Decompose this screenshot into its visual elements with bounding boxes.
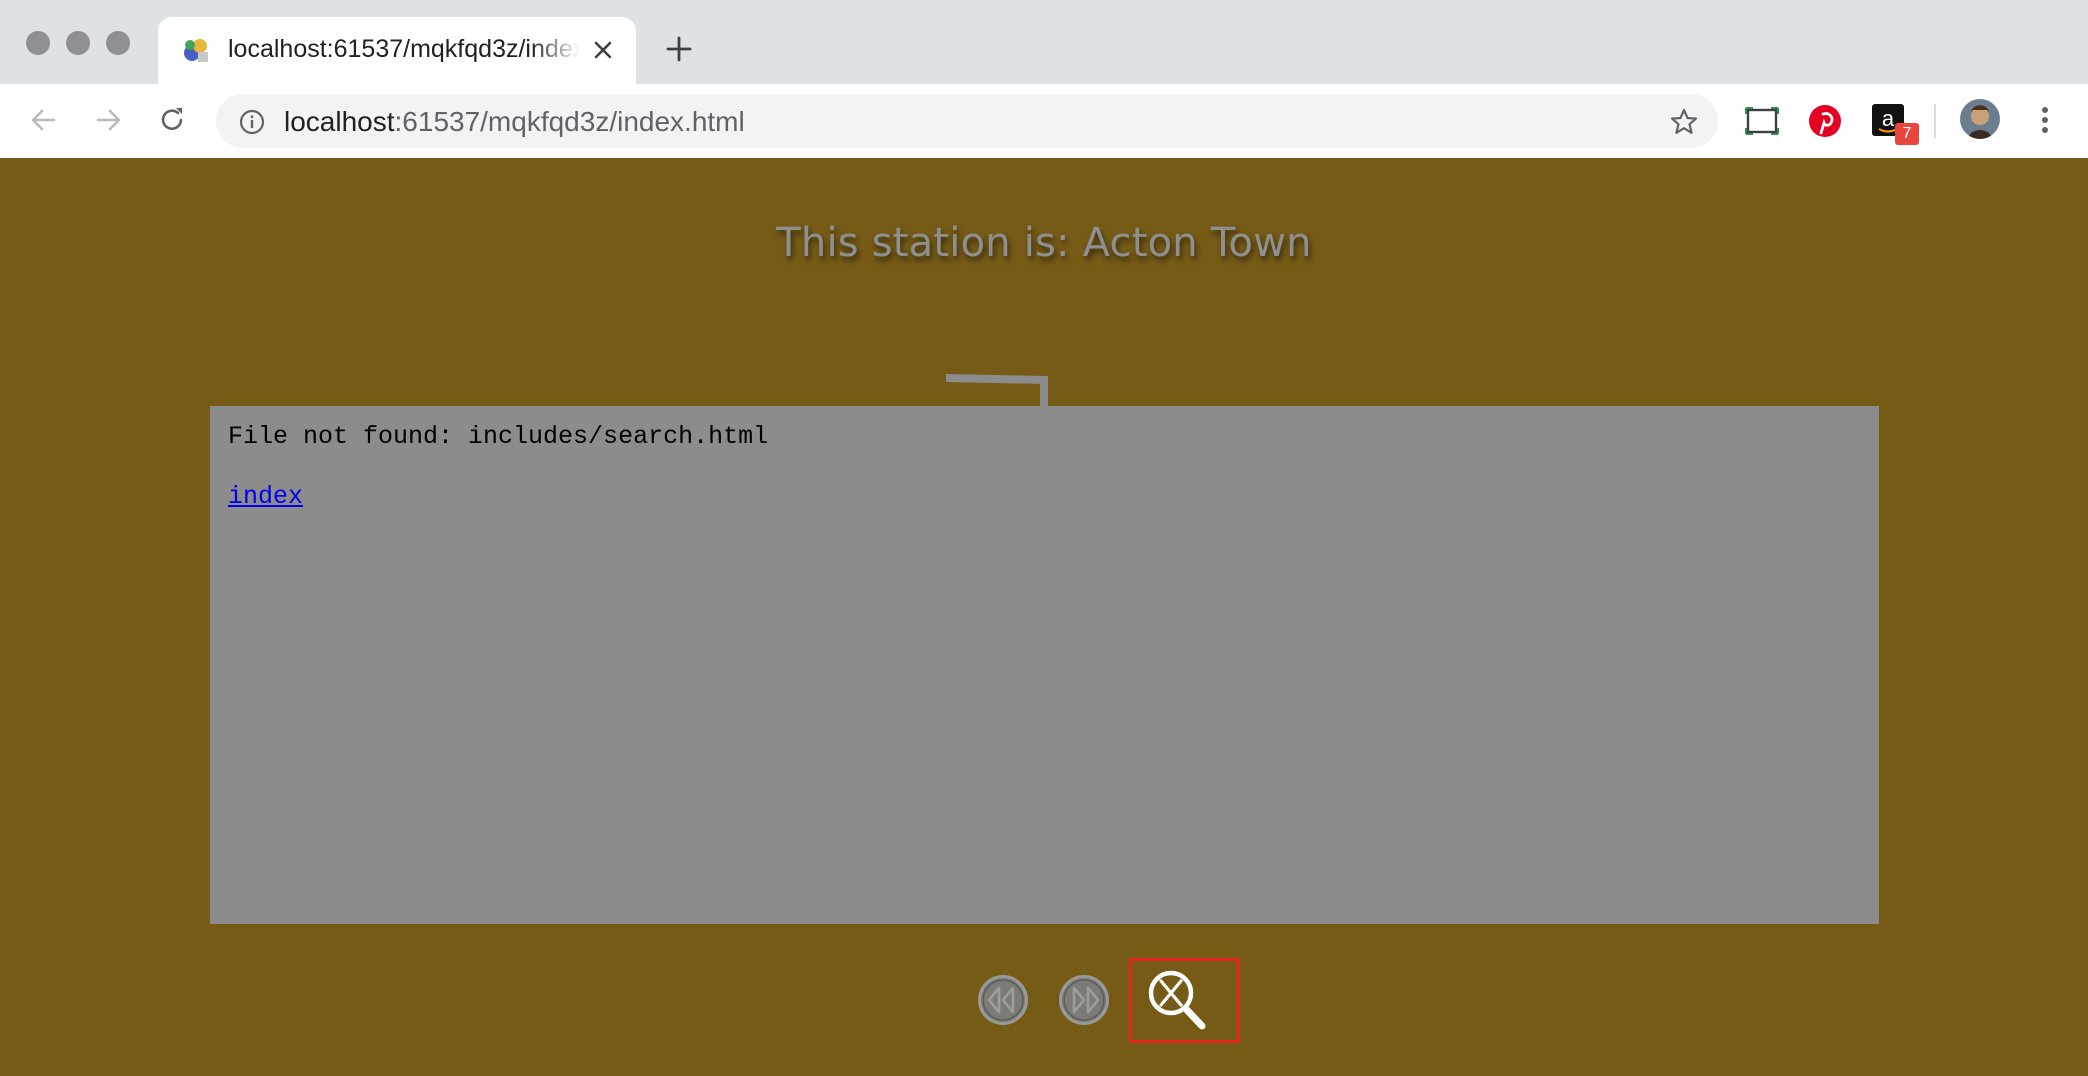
track-decoration [945, 374, 1048, 406]
search-magnifier-icon[interactable] [1146, 968, 1208, 1032]
site-favicon-icon [184, 39, 208, 62]
url-text[interactable]: localhost:61537/mqkfqd3z/index.html [284, 106, 745, 138]
amazon-notification-badge: 7 [1895, 123, 1919, 145]
arrow-right-icon[interactable] [90, 102, 126, 138]
url-host: localhost [284, 106, 395, 137]
svg-text:a: a [1882, 106, 1895, 131]
maximize-window-button[interactable] [106, 31, 130, 55]
error-message: File not found: includes/search.html [228, 422, 769, 451]
tab-strip: localhost:61537/mqkfqd3z/index.html [0, 0, 2088, 84]
page-body: This station is: Acton Town File not fou… [0, 158, 2088, 1076]
new-tab-icon[interactable] [664, 34, 694, 64]
double-chevron-right-icon[interactable] [1058, 974, 1110, 1026]
avatar-image [1960, 99, 2000, 139]
vertical-dots-icon[interactable] [2030, 103, 2060, 137]
star-icon[interactable] [1668, 106, 1700, 138]
url-path: :61537/mqkfqd3z/index.html [394, 106, 745, 137]
close-tab-icon[interactable] [590, 37, 616, 63]
info-icon[interactable] [238, 108, 266, 136]
reload-icon[interactable] [154, 102, 190, 138]
toolbar-divider [1934, 104, 1936, 138]
minimize-window-button[interactable] [66, 31, 90, 55]
index-link[interactable]: index [228, 482, 303, 511]
arrow-left-icon[interactable] [26, 102, 62, 138]
close-window-button[interactable] [26, 31, 50, 55]
tab-title: localhost:61537/mqkfqd3z/index.html [228, 35, 580, 63]
pinterest-extension-icon[interactable] [1806, 102, 1844, 140]
content-frame: File not found: includes/search.html ind… [210, 406, 1879, 924]
double-chevron-left-icon[interactable] [977, 974, 1029, 1026]
browser-toolbar: localhost:61537/mqkfqd3z/index.html a [0, 84, 2088, 159]
station-title: This station is: Acton Town [776, 220, 1312, 266]
browser-tab[interactable]: localhost:61537/mqkfqd3z/index.html [158, 17, 636, 84]
screen-capture-extension-icon[interactable] [1743, 102, 1781, 140]
address-bar[interactable]: localhost:61537/mqkfqd3z/index.html [216, 94, 1718, 148]
browser-window: localhost:61537/mqkfqd3z/index.html [0, 0, 2088, 1076]
profile-avatar[interactable] [1960, 99, 2000, 139]
